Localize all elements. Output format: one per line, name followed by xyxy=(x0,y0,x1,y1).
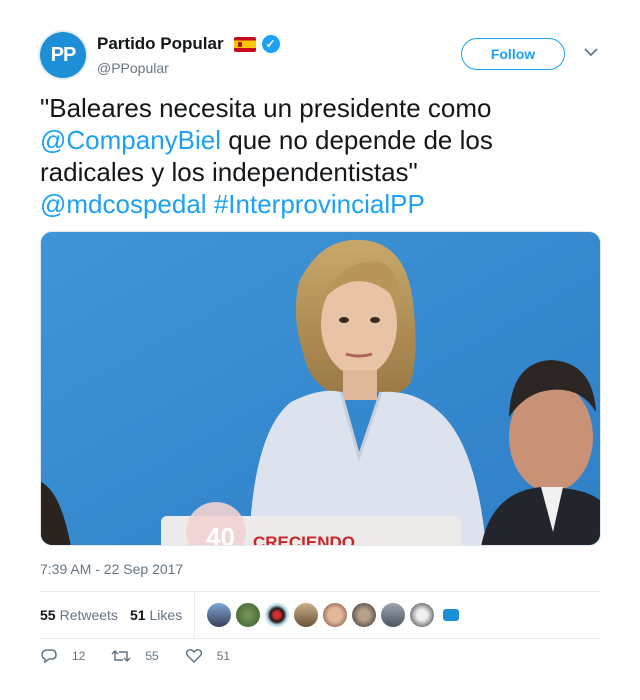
retweet-icon xyxy=(111,649,131,663)
mention-link-companybiel[interactable]: @CompanyBiel xyxy=(40,125,221,155)
divider xyxy=(40,638,600,639)
liker-avatar[interactable] xyxy=(410,603,435,627)
tweet-line-2: que no depende de los xyxy=(221,125,493,155)
liker-avatar[interactable] xyxy=(294,603,319,627)
reply-count: 12 xyxy=(72,649,86,663)
retweet-count: 55 xyxy=(145,649,159,663)
liker-avatar[interactable] xyxy=(207,603,232,627)
heart-icon xyxy=(185,649,202,664)
retweets-label: Retweets xyxy=(59,607,118,623)
tweet-text: "Baleares necesita un presidente como @C… xyxy=(40,92,600,220)
likes-stat[interactable]: 51 Likes xyxy=(130,607,182,623)
retweets-stat[interactable]: 55 Retweets xyxy=(40,607,118,623)
mention-link-mdcospedal[interactable]: @mdcospedal xyxy=(40,189,207,219)
follow-button[interactable]: Follow xyxy=(461,38,565,70)
tweet-header: PP Partido Popular ✓ @PPopular Follow xyxy=(40,30,600,82)
media-logo-text: 40 xyxy=(206,522,235,546)
tweet-timestamp[interactable]: 7:39 AM - 22 Sep 2017 xyxy=(40,561,183,577)
liker-avatar[interactable] xyxy=(236,603,261,627)
stats-separator xyxy=(194,592,196,638)
tweet-media-image[interactable]: 40 CRECIENDO xyxy=(40,231,601,546)
likes-count: 51 xyxy=(129,607,146,623)
avatar[interactable]: PP xyxy=(40,32,86,78)
liker-avatar[interactable] xyxy=(352,603,377,627)
retweet-action[interactable]: 55 xyxy=(111,648,159,664)
avatar-logo-text: PP xyxy=(50,43,77,66)
liker-avatar[interactable] xyxy=(323,603,348,627)
spain-flag-icon xyxy=(233,36,256,52)
like-count: 51 xyxy=(216,649,231,663)
reply-action[interactable]: 12 xyxy=(40,648,85,664)
likes-label: Likes xyxy=(149,607,183,623)
media-banner-text: CRECIENDO xyxy=(253,533,355,546)
account-name[interactable]: Partido Popular xyxy=(97,34,224,54)
tweet-line-1: "Baleares necesita un presidente como xyxy=(40,93,492,123)
like-action[interactable]: 51 xyxy=(185,648,230,664)
retweets-count: 55 xyxy=(40,607,56,623)
liker-avatar[interactable] xyxy=(439,603,464,627)
chevron-down-icon[interactable] xyxy=(583,44,599,60)
liker-avatars xyxy=(207,603,464,627)
liker-avatar[interactable] xyxy=(381,603,406,627)
account-handle[interactable]: @PPopular xyxy=(97,60,169,76)
tweet-actions: 12 55 51 xyxy=(40,648,256,664)
hashtag-link[interactable]: #InterprovincialPP xyxy=(214,189,425,219)
liker-avatar[interactable] xyxy=(265,603,290,627)
account-name-row[interactable]: Partido Popular ✓ xyxy=(97,34,280,54)
reply-icon xyxy=(41,649,57,664)
verified-badge-icon: ✓ xyxy=(261,35,280,53)
tweet-stats: 55 Retweets 51 Likes xyxy=(40,592,600,638)
tweet-line-3: radicales y los independentistas" xyxy=(40,157,418,187)
